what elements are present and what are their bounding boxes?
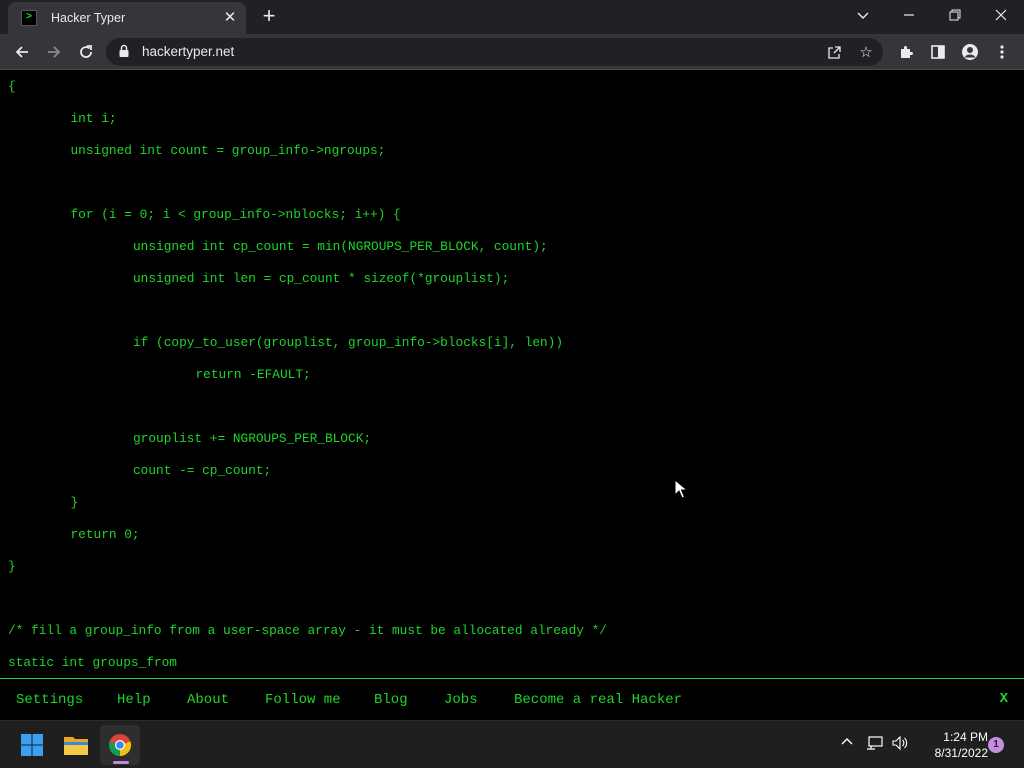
tab-hacker-typer[interactable]: > Hacker Typer ✕ xyxy=(8,2,246,34)
forward-arrow-icon[interactable] xyxy=(40,38,68,66)
minimize-button[interactable] xyxy=(886,0,932,30)
profile-avatar-icon[interactable] xyxy=(956,38,984,66)
menu-jobs[interactable]: Jobs xyxy=(444,691,478,709)
browser-tab-bar: > Hacker Typer ✕ + xyxy=(0,0,1024,34)
code-line: for (i = 0; i < group_info->nblocks; i++… xyxy=(70,207,401,222)
url-text[interactable]: hackertyper.net xyxy=(142,44,234,59)
share-icon[interactable] xyxy=(823,41,845,63)
code-line: } xyxy=(70,495,79,510)
close-window-button[interactable] xyxy=(978,0,1024,30)
code-line: { xyxy=(8,79,16,94)
menu-help[interactable]: Help xyxy=(117,691,151,709)
code-line: unsigned int cp_count = min(NGROUPS_PER_… xyxy=(133,239,548,254)
code-line: if (copy_to_user(grouplist, group_info->… xyxy=(133,335,564,350)
windows-start-icon[interactable] xyxy=(12,725,52,765)
active-app-indicator xyxy=(113,761,129,764)
code-line: grouplist += NGROUPS_PER_BLOCK; xyxy=(133,431,372,446)
back-arrow-icon[interactable] xyxy=(8,38,36,66)
restore-button[interactable] xyxy=(932,0,978,30)
hacker-typer-menu: Settings Help About Follow me Blog Jobs … xyxy=(0,678,1024,720)
menu-about[interactable]: About xyxy=(187,691,229,709)
code-line: /* fill a group_info from a user-space a… xyxy=(8,623,607,638)
code-line: unsigned int count = group_info->ngroups… xyxy=(70,143,386,158)
lock-icon[interactable] xyxy=(118,44,130,63)
code-line: count -= cp_count; xyxy=(133,463,272,478)
close-tab-icon[interactable]: ✕ xyxy=(220,8,240,28)
tab-search-chevron-icon[interactable] xyxy=(840,0,886,30)
mouse-pointer-icon xyxy=(674,479,688,499)
code-line: return -EFAULT; xyxy=(195,367,311,382)
network-icon[interactable] xyxy=(866,735,884,754)
code-line: static int groups_from xyxy=(8,655,177,670)
hacker-typer-console[interactable]: { int i; unsigned int count = group_info->… xyxy=(0,71,1024,678)
terminal-favicon-icon: > xyxy=(21,10,37,26)
kebab-menu-icon[interactable] xyxy=(988,38,1016,66)
code-line: return 0; xyxy=(70,527,140,542)
notification-badge[interactable]: 1 xyxy=(988,737,1004,753)
menu-close-button[interactable]: X xyxy=(1000,691,1008,707)
code-line: } xyxy=(8,559,16,574)
reload-icon[interactable] xyxy=(72,38,100,66)
browser-toolbar: hackertyper.net ☆ xyxy=(0,34,1024,70)
windows-taskbar: 1:24 PM 8/31/2022 1 xyxy=(0,720,1024,768)
tab-title: Hacker Typer xyxy=(51,11,126,25)
code-line: unsigned int len = cp_count * sizeof(*gr… xyxy=(133,271,510,286)
show-hidden-icons-chevron-icon[interactable] xyxy=(840,735,854,752)
bookmark-star-icon[interactable]: ☆ xyxy=(855,41,877,63)
new-tab-button[interactable]: + xyxy=(257,5,281,29)
menu-become-real-hacker[interactable]: Become a real Hacker xyxy=(514,691,682,709)
system-clock[interactable]: 1:24 PM 8/31/2022 xyxy=(912,729,988,761)
chrome-taskbar-icon[interactable] xyxy=(100,725,140,765)
menu-blog[interactable]: Blog xyxy=(374,691,408,709)
clock-date: 8/31/2022 xyxy=(934,746,988,760)
extensions-puzzle-icon[interactable] xyxy=(892,38,920,66)
code-line: int i; xyxy=(70,111,117,126)
menu-settings[interactable]: Settings xyxy=(16,691,83,709)
address-bar[interactable]: hackertyper.net ☆ xyxy=(106,38,883,66)
side-panel-icon[interactable] xyxy=(924,38,952,66)
file-explorer-icon[interactable] xyxy=(56,725,96,765)
clock-time: 1:24 PM xyxy=(943,730,988,744)
menu-follow-me[interactable]: Follow me xyxy=(265,691,341,709)
volume-icon[interactable] xyxy=(891,735,909,754)
